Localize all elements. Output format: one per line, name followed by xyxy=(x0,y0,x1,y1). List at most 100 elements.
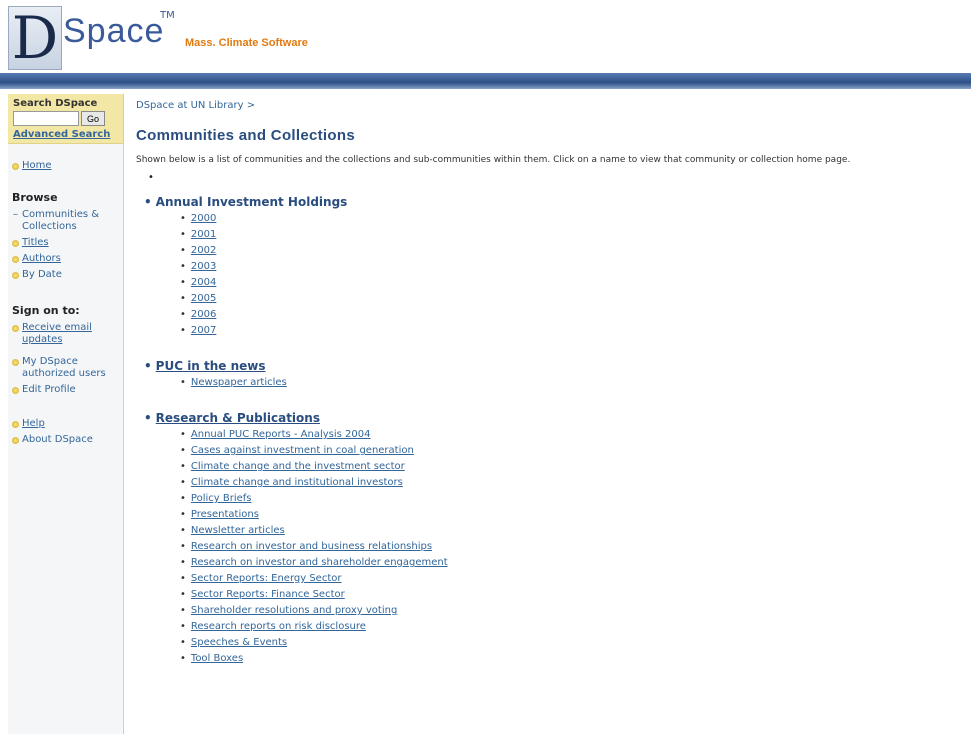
list-item[interactable]: 2003 xyxy=(180,259,956,275)
sidebar: Search DSpace Go Advanced Search Home Br… xyxy=(8,94,124,734)
list-item[interactable]: Sector Reports: Energy Sector xyxy=(180,571,956,587)
collection-link[interactable]: Climate change and the investment sector xyxy=(191,461,405,472)
search-label: Search DSpace xyxy=(13,98,98,109)
list-item[interactable]: Sector Reports: Finance Sector xyxy=(180,587,956,603)
sidebar-item-date[interactable]: By Date xyxy=(8,267,123,283)
list-item[interactable]: Research on investor and shareholder eng… xyxy=(180,555,956,571)
list-item[interactable]: 2006 xyxy=(180,307,956,323)
community-name[interactable]: Annual Investment Holdings xyxy=(156,195,348,209)
collection-link[interactable]: 2004 xyxy=(191,277,216,288)
main-content: DSpace at UN Library > Communities and C… xyxy=(136,100,956,667)
tagline: Mass. Climate Software xyxy=(185,37,308,49)
collection-link[interactable]: Research on investor and shareholder eng… xyxy=(191,557,448,568)
community-annual-holdings: • Annual Investment Holdings 2000 2001 2… xyxy=(136,195,956,339)
bullet-icon xyxy=(12,240,19,247)
bullet-icon xyxy=(12,272,19,279)
collection-link[interactable]: Sector Reports: Energy Sector xyxy=(191,573,342,584)
collection-link[interactable]: Research on investor and business relati… xyxy=(191,541,432,552)
collection-link[interactable]: Cases against investment in coal generat… xyxy=(191,445,414,456)
go-button[interactable]: Go xyxy=(81,111,105,126)
collection-link[interactable]: Sector Reports: Finance Sector xyxy=(191,589,345,600)
list-item[interactable]: Newsletter articles xyxy=(180,523,956,539)
dspace-logo[interactable]: D xyxy=(8,6,62,70)
browse-titles-link[interactable]: Titles xyxy=(22,237,49,249)
logo-wordmark[interactable]: Space xyxy=(63,12,164,51)
browse-communities-label[interactable]: Communities & Collections xyxy=(22,209,119,233)
list-item[interactable]: Speeches & Events xyxy=(180,635,956,651)
sign-on-heading: Sign on to: xyxy=(12,304,80,317)
sidebar-item-edit-profile[interactable]: Edit Profile xyxy=(8,382,123,398)
header-bar xyxy=(0,73,971,89)
search-input[interactable] xyxy=(13,111,79,126)
collection-link[interactable]: 2002 xyxy=(191,245,216,256)
collection-link[interactable]: Newspaper articles xyxy=(191,377,287,388)
list-item[interactable]: Research on investor and business relati… xyxy=(180,539,956,555)
sidebar-item-authors[interactable]: Authors xyxy=(8,251,123,267)
list-item[interactable]: Shareholder resolutions and proxy voting xyxy=(180,603,956,619)
list-item[interactable]: Climate change and the investment sector xyxy=(180,459,956,475)
about-label[interactable]: About DSpace xyxy=(22,434,93,446)
list-item[interactable]: 2004 xyxy=(180,275,956,291)
bullet-icon xyxy=(12,163,19,170)
collection-link[interactable]: Research reports on risk disclosure xyxy=(191,621,366,632)
edit-profile-label[interactable]: Edit Profile xyxy=(22,384,76,396)
collection-link[interactable]: 2007 xyxy=(191,325,216,336)
list-item[interactable]: 2007 xyxy=(180,323,956,339)
list-item[interactable]: Presentations xyxy=(180,507,956,523)
collection-link[interactable]: 2006 xyxy=(191,309,216,320)
sidebar-item-about[interactable]: About DSpace xyxy=(8,432,123,448)
list-item[interactable]: Annual PUC Reports - Analysis 2004 xyxy=(180,427,956,443)
sidebar-item-home[interactable]: Home xyxy=(8,158,123,174)
list-item[interactable]: Newspaper articles xyxy=(180,375,956,391)
list-item[interactable]: 2005 xyxy=(180,291,956,307)
sidebar-item-communities[interactable]: – Communities & Collections xyxy=(8,207,123,235)
collection-link[interactable]: Climate change and institutional investo… xyxy=(191,477,403,488)
sidebar-item-titles[interactable]: Titles xyxy=(8,235,123,251)
browse-heading: Browse xyxy=(12,191,58,204)
collection-link[interactable]: Policy Briefs xyxy=(191,493,252,504)
intro-text: Shown below is a list of communities and… xyxy=(136,155,851,165)
list-item[interactable]: Tool Boxes xyxy=(180,651,956,667)
collection-link[interactable]: 2003 xyxy=(191,261,216,272)
page-title: Communities and Collections xyxy=(136,127,355,144)
list-item[interactable]: 2001 xyxy=(180,227,956,243)
help-link[interactable]: Help xyxy=(22,418,45,430)
list-item[interactable]: Climate change and institutional investo… xyxy=(180,475,956,491)
empty-list-bullet: • xyxy=(148,172,154,183)
list-item[interactable]: Research reports on risk disclosure xyxy=(180,619,956,635)
collection-link[interactable]: 2001 xyxy=(191,229,216,240)
browse-authors-link[interactable]: Authors xyxy=(22,253,61,265)
bullet-icon xyxy=(12,437,19,444)
home-link[interactable]: Home xyxy=(22,160,52,172)
list-item[interactable]: 2000 xyxy=(180,211,956,227)
collection-link[interactable]: 2000 xyxy=(191,213,216,224)
bullet-icon xyxy=(12,359,19,366)
community-research: • Research & Publications Annual PUC Rep… xyxy=(136,411,956,667)
browse-date-label[interactable]: By Date xyxy=(22,269,62,281)
community-name[interactable]: PUC in the news xyxy=(156,359,266,373)
collection-link[interactable]: Tool Boxes xyxy=(191,653,243,664)
collection-link[interactable]: Speeches & Events xyxy=(191,637,287,648)
sidebar-item-receive-email[interactable]: Receive email updates xyxy=(8,320,123,348)
sidebar-item-help[interactable]: Help xyxy=(8,416,123,432)
collection-link[interactable]: Presentations xyxy=(191,509,259,520)
receive-email-link[interactable]: Receive email updates xyxy=(22,322,119,346)
collection-link[interactable]: Annual PUC Reports - Analysis 2004 xyxy=(191,429,371,440)
collection-link[interactable]: 2005 xyxy=(191,293,216,304)
collection-link[interactable]: Shareholder resolutions and proxy voting xyxy=(191,605,397,616)
bullet-icon xyxy=(12,421,19,428)
community-bullet: • xyxy=(144,411,152,425)
collection-link[interactable]: Newsletter articles xyxy=(191,525,285,536)
community-bullet: • xyxy=(144,195,152,209)
search-box: Search DSpace Go Advanced Search xyxy=(8,94,123,144)
bullet-icon xyxy=(12,325,19,332)
list-item[interactable]: Cases against investment in coal generat… xyxy=(180,443,956,459)
list-item[interactable]: 2002 xyxy=(180,243,956,259)
breadcrumb[interactable]: DSpace at UN Library > xyxy=(136,100,956,111)
community-name[interactable]: Research & Publications xyxy=(156,411,320,425)
my-dspace-label[interactable]: My DSpace authorized users xyxy=(22,356,119,380)
advanced-search-link[interactable]: Advanced Search xyxy=(13,129,118,140)
sidebar-item-my-dspace[interactable]: My DSpace authorized users xyxy=(8,354,123,382)
logo-trademark: TM xyxy=(160,10,175,21)
list-item[interactable]: Policy Briefs xyxy=(180,491,956,507)
